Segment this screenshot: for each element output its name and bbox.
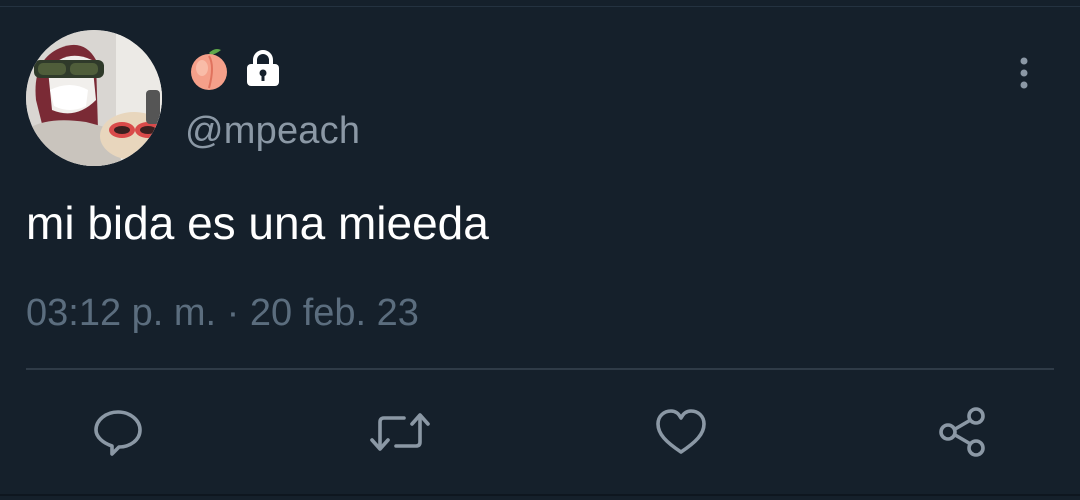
tweet-card: @mpeach mi bida es una mieeda 03:12 p. m… xyxy=(0,0,1080,500)
retweet-icon xyxy=(370,413,430,451)
lock-icon xyxy=(247,50,279,86)
like-icon xyxy=(656,409,706,454)
share-icon xyxy=(939,407,985,457)
reply-button[interactable] xyxy=(92,406,144,458)
display-name[interactable] xyxy=(185,44,283,92)
peach-icon xyxy=(191,49,227,90)
more-options-icon[interactable] xyxy=(1012,56,1036,92)
divider xyxy=(26,368,1054,370)
share-button[interactable] xyxy=(936,406,988,458)
tweet-date: 20 feb. 23 xyxy=(249,292,419,334)
tweet-text: mi bida es una mieeda xyxy=(26,197,489,249)
user-handle[interactable]: @mpeach xyxy=(185,110,360,153)
meta-separator: · xyxy=(216,292,250,334)
like-button[interactable] xyxy=(654,406,706,458)
bottom-divider xyxy=(0,494,1080,496)
retweet-button[interactable] xyxy=(370,406,430,458)
avatar-image xyxy=(26,30,162,166)
tweet-timestamp[interactable]: 03:12 p. m. · 20 feb. 23 xyxy=(26,292,419,335)
tweet-time: 03:12 p. m. xyxy=(26,292,217,334)
reply-icon xyxy=(94,410,142,456)
avatar[interactable] xyxy=(26,30,162,166)
top-divider xyxy=(0,6,1080,7)
